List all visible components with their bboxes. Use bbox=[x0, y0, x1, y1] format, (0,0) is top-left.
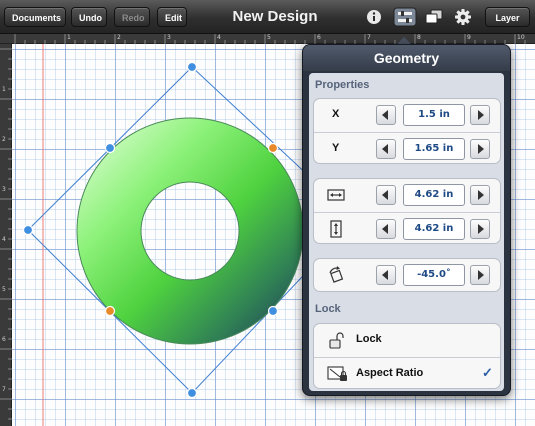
width-decrement-button[interactable] bbox=[376, 185, 396, 205]
height-increment-button[interactable] bbox=[470, 219, 490, 239]
ruler-number: 8 bbox=[417, 34, 421, 41]
ruler-number: 7 bbox=[367, 34, 371, 41]
width-row: 4.62 in bbox=[314, 179, 500, 211]
x-row: X 1.5 in bbox=[314, 99, 500, 131]
lock-label: Lock bbox=[356, 333, 382, 345]
arrow-right-icon bbox=[478, 224, 484, 234]
width-field[interactable]: 4.62 in bbox=[403, 184, 465, 206]
rotation-group: -45.0˚ bbox=[313, 258, 501, 292]
y-decrement-button[interactable] bbox=[376, 139, 396, 159]
selection-handle-bottom-right[interactable] bbox=[267, 305, 279, 317]
ruler-number: 4 bbox=[217, 34, 221, 41]
info-icon[interactable] bbox=[363, 7, 385, 27]
arrow-right-icon bbox=[478, 110, 484, 120]
horizontal-ruler: 1 2 3 4 5 6 7 8 9 10 bbox=[0, 34, 535, 44]
size-group: 4.62 in 4.62 in bbox=[313, 178, 501, 244]
arrow-right-icon bbox=[478, 190, 484, 200]
ruler-number: 3 bbox=[167, 34, 171, 41]
rotation-increment-button[interactable] bbox=[470, 265, 490, 285]
ruler-number: 1 bbox=[2, 86, 6, 93]
arrow-left-icon bbox=[382, 144, 388, 154]
layer-selector-button[interactable]: Layer 1 bbox=[485, 7, 530, 43]
height-icon bbox=[330, 220, 342, 238]
ruler-number: 5 bbox=[267, 34, 271, 41]
arrow-left-icon bbox=[382, 224, 388, 234]
y-row: Y 1.65 in bbox=[314, 132, 500, 164]
position-group: X 1.5 in Y 1.65 in bbox=[313, 98, 501, 164]
documents-button[interactable]: Documents bbox=[4, 7, 66, 27]
ruler-number: 2 bbox=[2, 136, 6, 143]
unlocked-padlock-icon bbox=[329, 332, 344, 349]
lock-section-label: Lock bbox=[315, 303, 341, 315]
ruler-number: 5 bbox=[2, 286, 6, 293]
x-label: X bbox=[332, 108, 340, 120]
ruler-number: 9 bbox=[467, 34, 471, 41]
x-increment-button[interactable] bbox=[470, 105, 490, 125]
document-title: New Design bbox=[232, 8, 318, 25]
width-increment-button[interactable] bbox=[470, 185, 490, 205]
height-decrement-button[interactable] bbox=[376, 219, 396, 239]
checkmark-icon: ✓ bbox=[482, 365, 493, 380]
ruler-number: 4 bbox=[2, 236, 6, 243]
rotate-icon bbox=[329, 266, 344, 283]
height-row: 4.62 in bbox=[314, 212, 500, 244]
edit-button[interactable]: Edit bbox=[157, 7, 187, 27]
x-field[interactable]: 1.5 in bbox=[403, 104, 465, 126]
arrow-left-icon bbox=[382, 190, 388, 200]
y-field[interactable]: 1.65 in bbox=[403, 138, 465, 160]
arrow-left-icon bbox=[382, 270, 388, 280]
control-handle-top-right[interactable] bbox=[267, 142, 279, 154]
arrow-right-icon bbox=[478, 144, 484, 154]
gear-icon[interactable] bbox=[452, 7, 474, 27]
aspect-ratio-lock-icon bbox=[327, 366, 347, 381]
ruler-number: 7 bbox=[2, 386, 6, 393]
arrow-right-icon bbox=[478, 270, 484, 280]
y-label: Y bbox=[332, 142, 340, 154]
ruler-number: 2 bbox=[117, 34, 121, 41]
redo-button[interactable]: Redo bbox=[114, 7, 150, 27]
geometry-popover: Geometry Properties X 1.5 in Y 1.65 in 4… bbox=[302, 44, 511, 396]
undo-button[interactable]: Undo bbox=[71, 7, 107, 27]
ruler-number: 6 bbox=[317, 34, 321, 41]
y-increment-button[interactable] bbox=[470, 139, 490, 159]
inspector-icon[interactable] bbox=[393, 7, 417, 27]
ruler-number: 10 bbox=[517, 34, 525, 41]
vertical-ruler: 1 2 3 4 5 6 7 bbox=[0, 44, 12, 426]
rotation-decrement-button[interactable] bbox=[376, 265, 396, 285]
x-decrement-button[interactable] bbox=[376, 105, 396, 125]
lock-group: Lock Aspect Ratio ✓ bbox=[313, 323, 501, 389]
ruler-number: 6 bbox=[2, 336, 6, 343]
aspect-ratio-row[interactable]: Aspect Ratio ✓ bbox=[314, 357, 500, 389]
aspect-ratio-label: Aspect Ratio bbox=[356, 367, 424, 379]
selection-handle-top[interactable] bbox=[186, 61, 198, 73]
properties-section-label: Properties bbox=[315, 79, 370, 91]
lock-row[interactable]: Lock bbox=[314, 324, 500, 356]
layers-icon[interactable] bbox=[423, 7, 445, 27]
popover-title: Geometry bbox=[303, 45, 510, 71]
width-icon bbox=[327, 189, 345, 201]
selection-handle-top-left[interactable] bbox=[104, 142, 116, 154]
ruler-number: 1 bbox=[67, 34, 71, 41]
control-handle-bottom-left[interactable] bbox=[104, 305, 116, 317]
rotation-row: -45.0˚ bbox=[314, 259, 500, 291]
ruler-number: 3 bbox=[2, 186, 6, 193]
selection-handle-bottom[interactable] bbox=[186, 387, 198, 399]
height-field[interactable]: 4.62 in bbox=[403, 218, 465, 240]
selection-handle-left[interactable] bbox=[22, 224, 34, 236]
rotation-field[interactable]: -45.0˚ bbox=[403, 264, 465, 286]
arrow-left-icon bbox=[382, 110, 388, 120]
toolbar: Documents Undo Redo Edit New Design Laye… bbox=[0, 0, 535, 43]
